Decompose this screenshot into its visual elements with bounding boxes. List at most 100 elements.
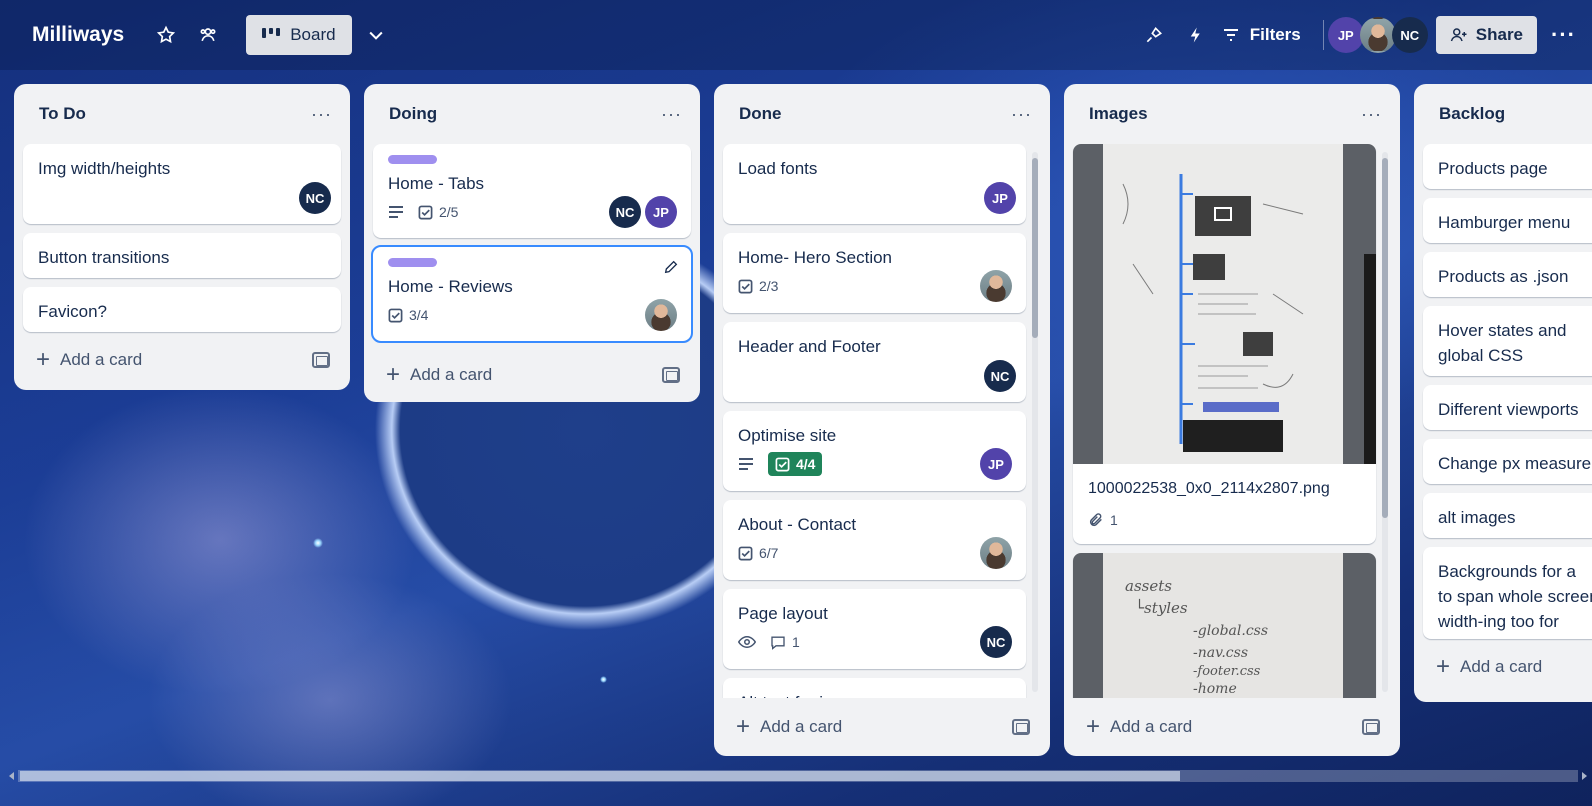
card-title: Header and Footer [738, 337, 881, 356]
card[interactable]: Alt text for images [723, 678, 1026, 698]
scroll-right-arrow-icon[interactable] [1580, 772, 1588, 780]
member-avatar[interactable] [1360, 17, 1396, 53]
card-template-icon[interactable] [1012, 719, 1030, 735]
member-avatar[interactable]: NC [980, 626, 1012, 658]
card-title: Products page [1438, 159, 1548, 178]
attachments-count: 1 [1110, 512, 1118, 528]
member-avatar[interactable]: NC [984, 360, 1016, 392]
description-icon [388, 205, 404, 219]
checklist-count: 4/4 [796, 456, 816, 472]
list-scrollbar-thumb[interactable] [1382, 158, 1388, 518]
card[interactable]: Home - Reviews 3/4 [371, 245, 693, 343]
list-title[interactable]: Done [739, 104, 782, 124]
card-title: Backgrounds for a [1438, 562, 1576, 581]
list-cards-scroll[interactable]: 1000022538_0x0_2114x2807.png 1 assets └s… [1064, 144, 1400, 698]
card-title: Optimise site [738, 426, 837, 445]
board-title[interactable]: Milliways [32, 23, 124, 47]
card[interactable]: Header and Footer NC [723, 322, 1026, 402]
card[interactable]: Img width/heights NC [23, 144, 341, 224]
card[interactable]: Different viewports [1423, 385, 1592, 430]
card-template-icon[interactable] [662, 367, 680, 383]
member-avatar[interactable]: JP [984, 182, 1016, 214]
card-label[interactable] [388, 155, 437, 164]
sketch-line: assets [1125, 577, 1172, 595]
chevron-down-icon[interactable] [360, 19, 392, 51]
add-card-button[interactable]: + Add a card [714, 698, 1050, 756]
card[interactable]: Hamburger menu [1423, 198, 1592, 243]
workspace-visibility-icon[interactable] [192, 19, 224, 51]
checklist-icon [775, 457, 790, 471]
star-icon[interactable] [150, 19, 182, 51]
card-template-icon[interactable] [1362, 719, 1380, 735]
add-card-button[interactable]: + Add a card [1414, 639, 1592, 695]
card[interactable]: alt images [1423, 493, 1592, 538]
power-ups-icon[interactable] [1138, 19, 1170, 51]
add-card-button[interactable]: + Add a card [364, 347, 700, 403]
list-title[interactable]: Backlog [1439, 104, 1505, 124]
list-title[interactable]: Images [1089, 104, 1148, 124]
edit-pencil-icon[interactable] [663, 259, 679, 280]
card[interactable]: Products as .json [1423, 252, 1592, 297]
card-title: Products as .json [1438, 267, 1569, 286]
card[interactable]: Favicon? [23, 287, 341, 332]
share-button[interactable]: Share [1435, 16, 1538, 54]
checklist-badge: 2/5 [418, 204, 458, 220]
list-scrollbar-thumb[interactable] [1032, 158, 1038, 338]
card-title-line: to span whole screen [1438, 587, 1592, 606]
card[interactable]: 1000022538_0x0_2114x2807.png 1 [1073, 144, 1376, 544]
scrollbar-thumb[interactable] [20, 771, 1180, 781]
card[interactable]: Button transitions [23, 233, 341, 278]
checklist-count: 2/3 [759, 278, 779, 294]
add-card-button[interactable]: + Add a card [14, 332, 350, 388]
member-avatar[interactable] [980, 537, 1012, 569]
attachment-badge: 1 [1088, 512, 1118, 528]
list-title[interactable]: To Do [39, 104, 86, 124]
list-menu-icon[interactable]: ··· [661, 104, 682, 125]
card[interactable]: About - Contact 6/7 [723, 500, 1026, 580]
filters-button[interactable]: Filters [1222, 25, 1301, 45]
checklist-count: 2/5 [439, 204, 459, 220]
member-avatar[interactable]: JP [1327, 17, 1364, 53]
scroll-left-arrow-icon[interactable] [8, 772, 16, 780]
checklist-icon [418, 205, 433, 219]
card-title-line: global CSS [1438, 346, 1524, 365]
sketch-line: -global.css [1193, 623, 1268, 639]
paperclip-icon [1089, 513, 1102, 527]
card[interactable]: Optimise site 4/4 JP [723, 411, 1026, 491]
card[interactable]: Change px measurements [1423, 439, 1592, 484]
list-cards-scroll[interactable]: Load fonts JP Home- Hero Section 2/3 Hea… [714, 144, 1050, 698]
card[interactable]: Home- Hero Section 2/3 [723, 233, 1026, 313]
list-menu-icon[interactable]: ··· [1361, 104, 1382, 125]
card-template-icon[interactable] [312, 352, 330, 368]
card[interactable]: Products page [1423, 144, 1592, 189]
more-icon[interactable]: ··· [1551, 22, 1576, 48]
board-view-button[interactable]: Board [246, 15, 352, 55]
card[interactable]: Load fonts JP [723, 144, 1026, 224]
board-horizontal-scrollbar[interactable] [8, 770, 1588, 782]
card-title: alt images [1438, 508, 1516, 527]
automation-icon[interactable] [1180, 19, 1212, 51]
list-title[interactable]: Doing [389, 104, 437, 124]
member-avatar[interactable]: NC [299, 182, 331, 214]
card[interactable]: Backgrounds for a to span whole screen w… [1423, 547, 1592, 639]
member-avatar[interactable]: JP [980, 448, 1012, 480]
member-avatar[interactable]: NC [1391, 17, 1428, 53]
add-card-label: Add a card [1460, 657, 1543, 676]
card[interactable]: Page layout 1 NC [723, 589, 1026, 669]
background-star [600, 676, 607, 683]
member-avatar[interactable] [980, 270, 1012, 302]
member-avatar[interactable]: NC [609, 196, 641, 228]
card-label[interactable] [388, 258, 437, 267]
list-menu-icon[interactable]: ··· [1011, 104, 1032, 125]
member-avatar[interactable]: JP [645, 196, 677, 228]
card[interactable]: Hover states and global CSS [1423, 306, 1592, 376]
checklist-badge: 6/7 [738, 545, 778, 561]
add-card-button[interactable]: + Add a card [1064, 698, 1400, 756]
card-title: Alt text for images [738, 690, 1012, 698]
card[interactable]: assets └styles -global.css -nav.css -foo… [1073, 553, 1376, 698]
member-avatar[interactable] [645, 299, 677, 331]
board-icon [262, 28, 281, 38]
card-title: Home- Hero Section [738, 248, 893, 267]
list-menu-icon[interactable]: ··· [311, 104, 332, 125]
card[interactable]: Home - Tabs 2/5 NC JP [373, 144, 691, 238]
